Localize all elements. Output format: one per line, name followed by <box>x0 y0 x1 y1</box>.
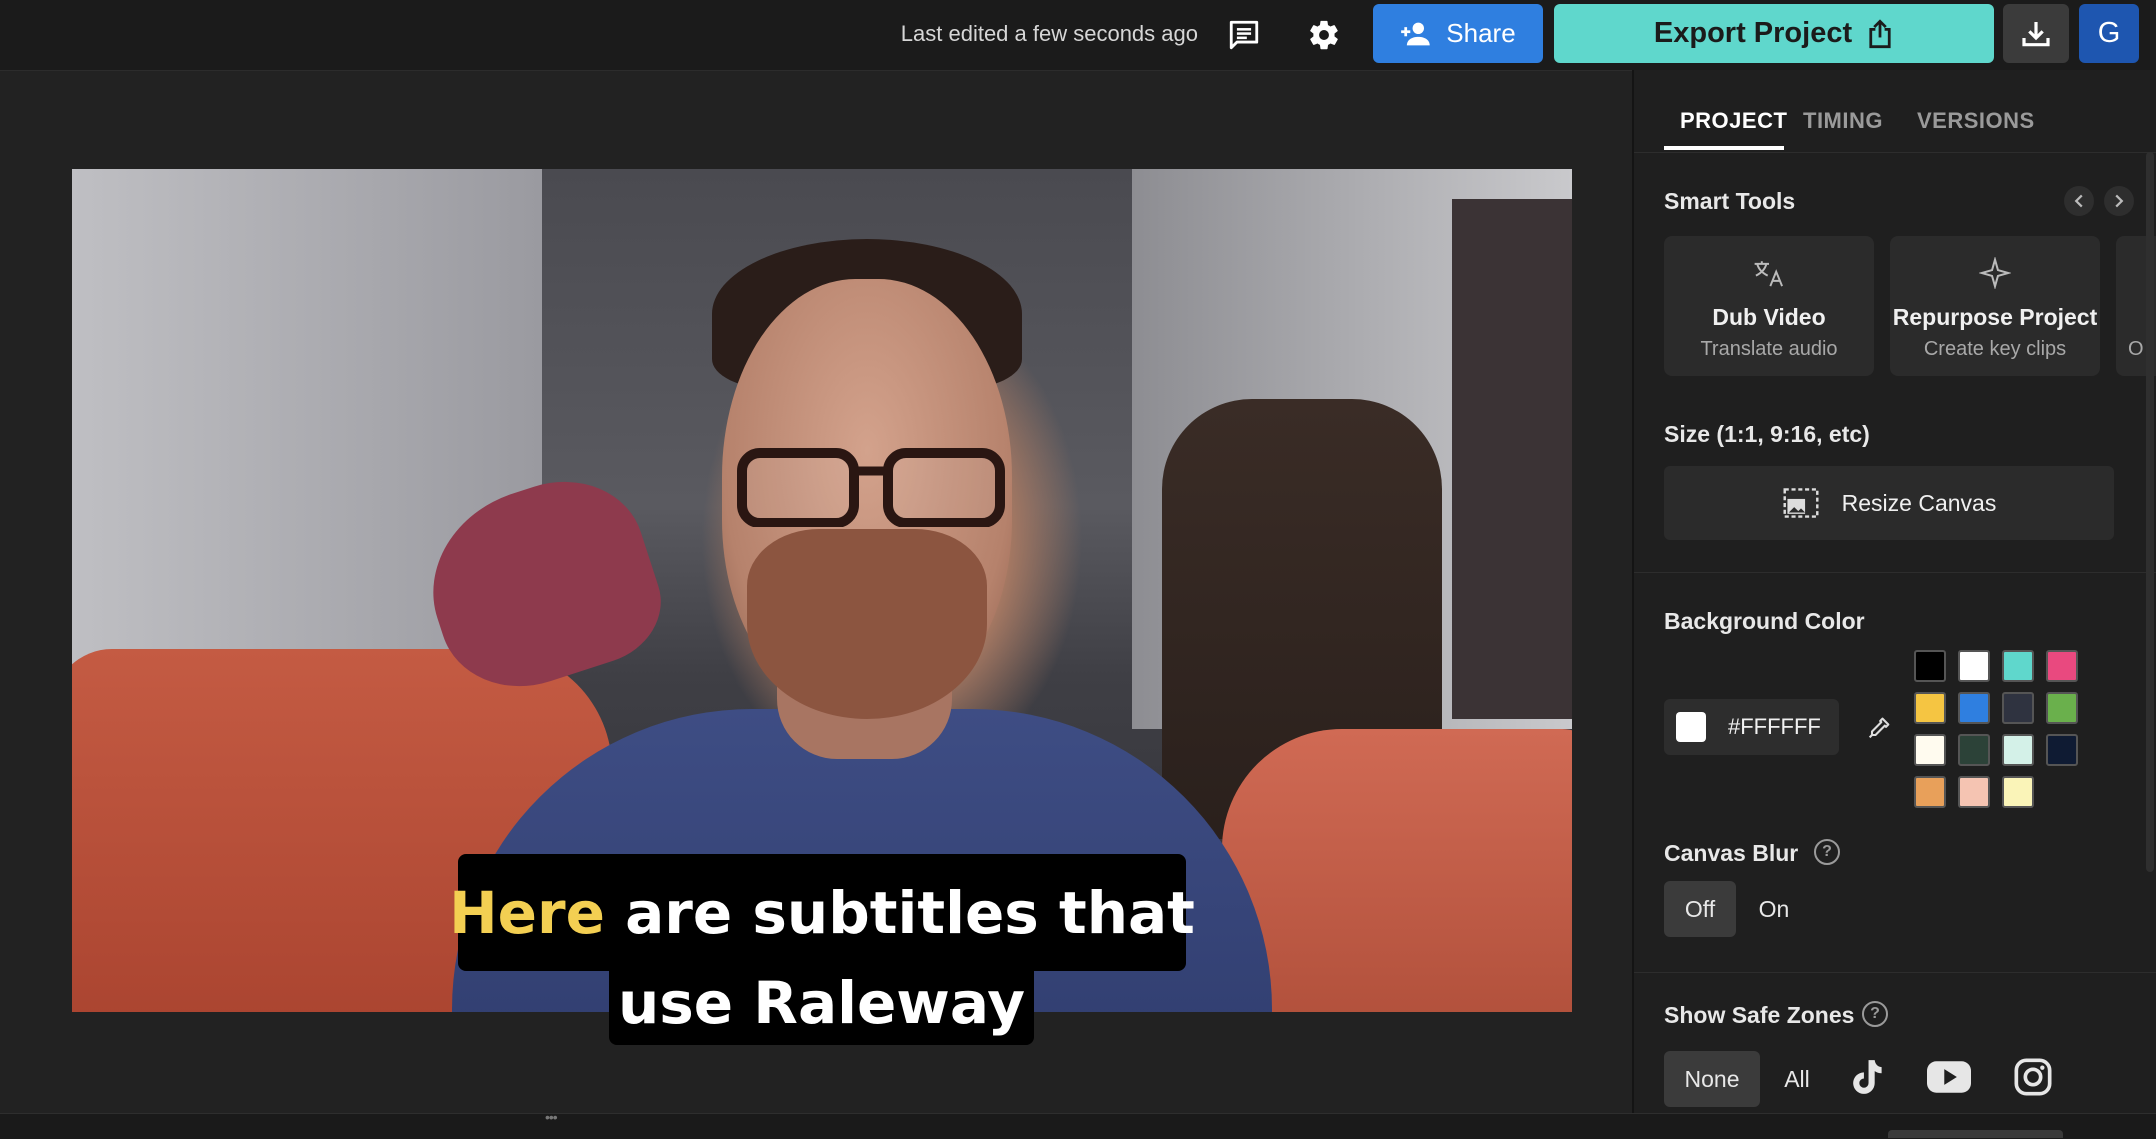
instagram-icon <box>2014 1058 2052 1096</box>
tab-versions[interactable]: VERSIONS <box>1917 108 2035 134</box>
timeline-control[interactable] <box>1888 1130 2063 1138</box>
download-icon <box>2022 21 2050 46</box>
export-project-button[interactable]: Export Project <box>1554 4 1994 63</box>
video-person-glasses <box>737 448 1005 527</box>
color-swatch[interactable] <box>2046 650 2078 682</box>
active-tab-indicator <box>1664 146 1784 150</box>
video-doorway <box>1452 199 1572 719</box>
repurpose-project-card[interactable]: Repurpose Project Create key clips <box>1890 236 2100 376</box>
resize-canvas-button[interactable]: Resize Canvas <box>1664 466 2114 540</box>
color-swatch[interactable] <box>2046 692 2078 724</box>
subtitle-text: are subtitles that <box>604 878 1195 947</box>
properties-panel: PROJECT TIMING VERSIONS Smart Tools Dub … <box>1632 70 2156 1113</box>
translate-icon <box>1754 261 1783 287</box>
sparkle-icon <box>1979 257 2011 289</box>
safe-zone-instagram-button[interactable] <box>2010 1054 2056 1100</box>
share-label: Share <box>1446 18 1516 48</box>
background-hex-value: #FFFFFF <box>1728 714 1821 739</box>
share-button[interactable]: Share <box>1373 4 1543 63</box>
tab-timing[interactable]: TIMING <box>1803 108 1883 134</box>
color-swatch[interactable] <box>1914 692 1946 724</box>
video-stage: Here are subtitles that use Raleway <box>0 70 1632 1114</box>
safe-zone-tiktok-button[interactable] <box>1844 1054 1890 1100</box>
last-edited-status: Last edited a few seconds ago <box>900 21 1198 46</box>
comments-button[interactable] <box>1222 13 1266 57</box>
safe-zone-youtube-button[interactable] <box>1926 1054 1972 1100</box>
youtube-icon <box>1927 1061 1971 1093</box>
canvas-blur-on-button[interactable]: On <box>1744 881 1804 937</box>
resize-handle-icon[interactable]: ••• <box>545 1110 569 1124</box>
subtitle-text: use Raleway <box>617 969 1026 1037</box>
comment-icon <box>1229 20 1259 50</box>
background-color-title: Background Color <box>1664 608 1865 634</box>
color-swatch-grid <box>1914 650 2094 808</box>
export-label: Export Project <box>1653 17 1853 49</box>
chevron-right-icon <box>2115 194 2124 208</box>
color-swatch[interactable] <box>2002 650 2034 682</box>
resize-image-icon <box>1783 488 1819 518</box>
safe-zones-all-button[interactable]: All <box>1772 1051 1822 1107</box>
add-person-icon <box>1401 22 1431 45</box>
background-color-field[interactable]: #FFFFFF <box>1664 699 1839 755</box>
repurpose-project-title: Repurpose Project <box>1892 304 2098 330</box>
smart-tools-prev-button[interactable] <box>2064 186 2094 216</box>
eyedropper-button[interactable] <box>1862 711 1896 745</box>
gear-icon <box>1310 20 1338 50</box>
settings-button[interactable] <box>1302 13 1346 57</box>
canvas-blur-help-icon[interactable]: ? <box>1814 839 1840 865</box>
color-swatch[interactable] <box>2002 776 2034 808</box>
video-person-beard <box>747 529 987 719</box>
canvas-blur-title: Canvas Blur <box>1664 840 1799 866</box>
color-swatch[interactable] <box>1914 734 1946 766</box>
chevron-left-icon <box>2074 194 2083 208</box>
dub-video-subtitle: Translate audio <box>1700 338 1838 360</box>
share-upload-icon <box>1869 18 1891 48</box>
safe-zones-none-button[interactable]: None <box>1664 1051 1760 1107</box>
subtitle-line-2[interactable]: use Raleway <box>609 961 1034 1045</box>
timeline-strip <box>0 1113 2156 1139</box>
smart-tools-next-button[interactable] <box>2104 186 2134 216</box>
eyedropper-icon <box>1868 717 1890 739</box>
color-swatch[interactable] <box>2002 692 2034 724</box>
dub-video-card[interactable]: Dub Video Translate audio <box>1664 236 1874 376</box>
subtitle-highlight-word: Here <box>449 878 605 947</box>
color-swatch[interactable] <box>1958 734 1990 766</box>
safe-zones-title: Show Safe Zones <box>1664 1002 1855 1028</box>
color-swatch[interactable] <box>1914 650 1946 682</box>
canvas-blur-off-button[interactable]: Off <box>1664 881 1736 937</box>
color-swatch[interactable] <box>2002 734 2034 766</box>
repurpose-project-subtitle: Create key clips <box>1923 338 2067 360</box>
user-avatar[interactable]: G <box>2079 4 2139 63</box>
subtitle-line-1[interactable]: Here are subtitles that <box>449 854 1195 971</box>
resize-canvas-label: Resize Canvas <box>1841 489 1997 516</box>
color-swatch[interactable] <box>1958 776 1990 808</box>
tab-project[interactable]: PROJECT <box>1680 108 1787 134</box>
section-divider <box>1634 572 2156 573</box>
download-button[interactable] <box>2003 4 2069 63</box>
color-swatch[interactable] <box>1958 650 1990 682</box>
tiktok-icon <box>1853 1060 1882 1094</box>
size-section-title: Size (1:1, 9:16, etc) <box>1664 421 1870 447</box>
color-swatch[interactable] <box>1914 776 1946 808</box>
safe-zones-help-icon[interactable]: ? <box>1862 1001 1888 1027</box>
panel-tabs: PROJECT TIMING VERSIONS <box>1634 70 2156 153</box>
top-bar: Last edited a few seconds ago Share Expo… <box>0 0 2156 70</box>
video-sofa <box>1222 729 1572 1012</box>
dub-video-title: Dub Video <box>1712 304 1826 330</box>
color-swatch[interactable] <box>1958 692 1990 724</box>
current-color-swatch <box>1676 712 1706 742</box>
panel-scrollbar[interactable] <box>2146 152 2154 872</box>
smart-tools-title: Smart Tools <box>1664 188 1796 214</box>
section-divider <box>1634 972 2156 973</box>
color-swatch[interactable] <box>2046 734 2078 766</box>
